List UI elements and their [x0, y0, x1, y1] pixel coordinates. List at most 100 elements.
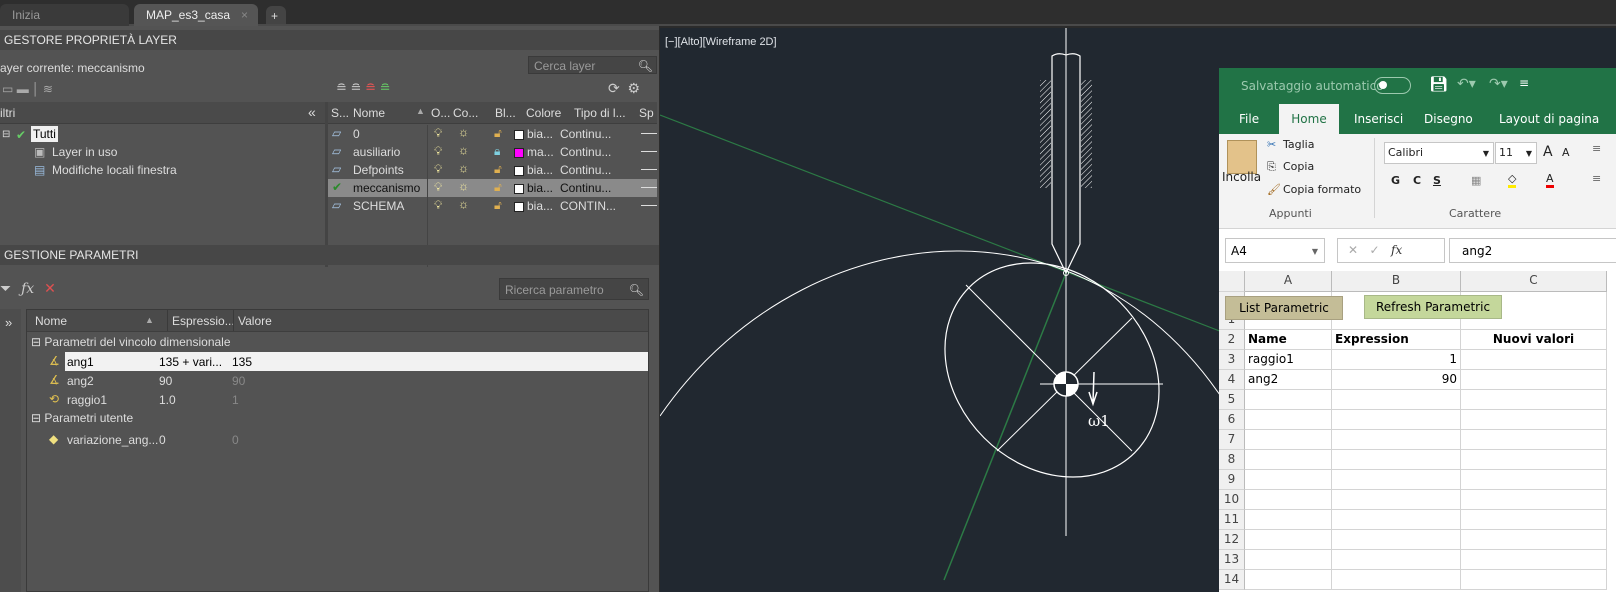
- param-name[interactable]: raggio1: [67, 393, 107, 407]
- new-tab-button[interactable]: +: [266, 6, 286, 24]
- col-expression[interactable]: Espressio...: [167, 310, 237, 331]
- underline-button[interactable]: S: [1433, 174, 1441, 187]
- italic-button[interactable]: C: [1413, 174, 1421, 187]
- tab-inizia[interactable]: Inizia: [0, 4, 129, 26]
- sun-thaw-icon[interactable]: ☼: [458, 143, 469, 157]
- col-status[interactable]: S...: [331, 106, 349, 120]
- font-name-select[interactable]: Calibri ▼: [1384, 142, 1494, 164]
- lightbulb-on-icon[interactable]: 💡︎: [434, 198, 442, 213]
- row-header[interactable]: 10: [1219, 490, 1245, 510]
- cell[interactable]: [1332, 570, 1461, 590]
- cell[interactable]: [1461, 370, 1607, 390]
- cell[interactable]: [1461, 550, 1607, 570]
- name-box[interactable]: A4 ▼: [1225, 238, 1325, 263]
- cell[interactable]: [1245, 510, 1332, 530]
- cell[interactable]: [1245, 530, 1332, 550]
- column-header[interactable]: B: [1332, 271, 1461, 292]
- list-parametric-button[interactable]: List Parametric: [1225, 296, 1343, 320]
- bold-button[interactable]: G: [1391, 174, 1400, 187]
- row-header[interactable]: 13: [1219, 550, 1245, 570]
- row-header[interactable]: 4: [1219, 370, 1245, 390]
- layer-linetype[interactable]: Continu...: [560, 163, 611, 177]
- font-size-select[interactable]: 11 ▼: [1495, 142, 1537, 164]
- row-header[interactable]: 3: [1219, 350, 1245, 370]
- cell[interactable]: ang2: [1245, 370, 1332, 390]
- sun-thaw-icon[interactable]: ☼: [458, 197, 469, 211]
- lock-open-icon[interactable]: 🔓︎: [494, 198, 502, 213]
- font-color-icon[interactable]: A: [1546, 172, 1554, 188]
- parameter-search-input[interactable]: Ricerca parametro 🔍︎: [499, 278, 649, 300]
- layer-name[interactable]: Defpoints: [353, 163, 428, 177]
- cell[interactable]: 1: [1332, 350, 1461, 370]
- col-on[interactable]: O...: [431, 106, 450, 120]
- close-tab-icon[interactable]: ×: [241, 8, 248, 22]
- row-header[interactable]: 6: [1219, 410, 1245, 430]
- layer-name[interactable]: SCHEMA: [353, 199, 428, 213]
- cell[interactable]: [1461, 490, 1607, 510]
- param-expression[interactable]: 135 + vari...: [159, 355, 222, 369]
- borders-icon[interactable]: ▦: [1471, 174, 1481, 187]
- cell[interactable]: Name: [1245, 330, 1332, 350]
- tab-home[interactable]: Home: [1279, 104, 1339, 134]
- cell[interactable]: [1245, 550, 1332, 570]
- row-header[interactable]: 14: [1219, 570, 1245, 590]
- cell[interactable]: 90: [1332, 370, 1461, 390]
- param-name[interactable]: ang2: [67, 374, 94, 388]
- row-header[interactable]: 12: [1219, 530, 1245, 550]
- col-linetype[interactable]: Tipo di l...: [574, 106, 626, 120]
- decrease-font-icon[interactable]: A: [1562, 146, 1570, 159]
- lightbulb-on-icon[interactable]: 💡︎: [434, 180, 442, 195]
- layer-color[interactable]: bia...: [514, 127, 553, 141]
- redo-icon[interactable]: ↷▾: [1489, 76, 1508, 92]
- row-header[interactable]: 2: [1219, 330, 1245, 350]
- layer-color[interactable]: bia...: [514, 199, 553, 213]
- refresh-icon[interactable]: ⟳: [608, 80, 620, 96]
- undo-icon[interactable]: ↶▾: [1457, 76, 1476, 92]
- tab-inserisci[interactable]: Inserisci: [1354, 104, 1403, 134]
- filter-item-tutti[interactable]: Tutti: [31, 126, 58, 142]
- cell[interactable]: [1245, 450, 1332, 470]
- cell[interactable]: [1245, 490, 1332, 510]
- format-painter-button[interactable]: Copia formato: [1283, 183, 1361, 196]
- customize-qat-icon[interactable]: ≡: [1519, 76, 1529, 90]
- cell[interactable]: [1461, 530, 1607, 550]
- layer-color[interactable]: ma...: [514, 145, 554, 159]
- layer-linetype[interactable]: Continu...: [560, 145, 611, 159]
- tab-layout-di-pagina[interactable]: Layout di pagina: [1499, 104, 1599, 134]
- param-name[interactable]: variazione_ang...: [67, 433, 158, 447]
- lineweight-line[interactable]: [641, 169, 657, 170]
- tab-map-es3-casa[interactable]: MAP_es3_casa ×: [134, 4, 258, 26]
- layer-states-icon[interactable]: ≋: [43, 82, 53, 96]
- layer-linetype[interactable]: Continu...: [560, 127, 611, 141]
- new-filter-icon[interactable]: ⏷: [0, 280, 11, 296]
- cell[interactable]: [1332, 390, 1461, 410]
- lineweight-line[interactable]: [641, 151, 657, 152]
- cell[interactable]: [1461, 430, 1607, 450]
- sun-thaw-icon[interactable]: ☼: [458, 125, 469, 139]
- layer-name[interactable]: 0: [353, 127, 428, 141]
- cell[interactable]: [1245, 570, 1332, 590]
- row-header[interactable]: 5: [1219, 390, 1245, 410]
- col-lock[interactable]: Bl...: [495, 106, 516, 120]
- cell[interactable]: [1245, 470, 1332, 490]
- cell[interactable]: raggio1: [1245, 350, 1332, 370]
- cell[interactable]: [1332, 450, 1461, 470]
- parameter-row[interactable]: [27, 390, 648, 409]
- cell[interactable]: [1461, 450, 1607, 470]
- layer-row[interactable]: ▱ ausiliario 💡︎ ☼ 🔒︎ ma... Continu...: [328, 143, 657, 161]
- refresh-parametric-button[interactable]: Refresh Parametric: [1364, 295, 1502, 319]
- new-layer-icon[interactable]: ≘: [336, 80, 347, 95]
- cell[interactable]: Nuovi valori: [1461, 330, 1607, 350]
- cell[interactable]: [1461, 470, 1607, 490]
- copy-button[interactable]: Copia: [1283, 160, 1314, 173]
- collapse-icon[interactable]: ⊟: [31, 335, 41, 349]
- lock-closed-icon[interactable]: 🔒︎: [494, 144, 500, 159]
- cell[interactable]: [1245, 430, 1332, 450]
- column-header[interactable]: A: [1245, 271, 1332, 292]
- cell[interactable]: Expression: [1332, 330, 1461, 350]
- lock-open-icon[interactable]: 🔓︎: [494, 180, 502, 195]
- cell[interactable]: [1332, 510, 1461, 530]
- layer-row[interactable]: ✔ meccanismo 💡︎ ☼ 🔓︎ bia... Continu...: [328, 179, 657, 197]
- paste-icon[interactable]: [1227, 140, 1257, 174]
- new-group-filter-icon[interactable]: ▬: [17, 82, 29, 96]
